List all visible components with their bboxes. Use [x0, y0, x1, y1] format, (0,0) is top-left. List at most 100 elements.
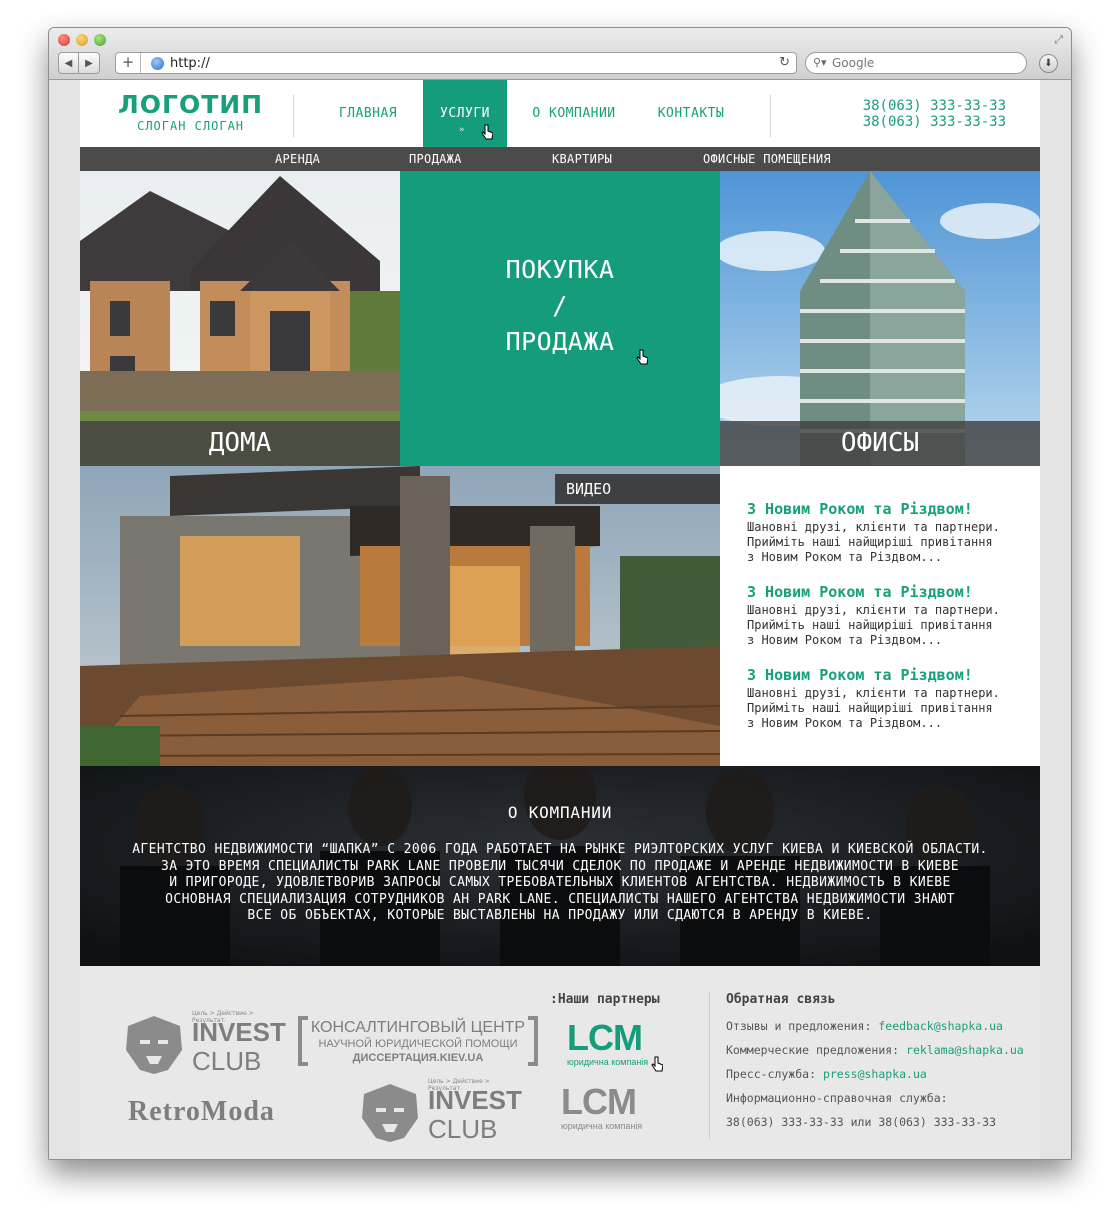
offices-tile[interactable]: ОФИСЫ: [720, 171, 1040, 466]
retromoda-logo[interactable]: RetroModa: [128, 1096, 338, 1130]
invest-club-logo[interactable]: Цель > Действие > Результат. INVEST CLUB: [358, 1078, 522, 1148]
news-line: з Новим Роком та Різдвом...: [747, 716, 943, 730]
browser-toolbar: ⤢ ◀ ▶ + http:// ↻ ⚲▾ Google ⬇: [49, 28, 1071, 80]
news-line: з Новим Роком та Різдвом...: [747, 633, 943, 647]
news-line: Прийміть наші найщиріші привітання: [747, 535, 993, 549]
buy-sell-tile[interactable]: ПОКУПКА / ПРОДАЖА: [400, 171, 720, 466]
lion-icon: [362, 1084, 418, 1142]
nav-services[interactable]: УСЛУГИ »: [423, 80, 507, 147]
news-item[interactable]: З Новим Роком та Різдвом! Шановні друзі,…: [747, 666, 1037, 730]
lcm-word: LCM: [561, 1081, 637, 1122]
minimize-window-button[interactable]: [76, 34, 88, 46]
news-line: з Новим Роком та Різдвом...: [747, 550, 943, 564]
news-line: Прийміть наші найщиріші привітання: [747, 701, 993, 715]
news-item[interactable]: З Новим Роком та Різдвом! Шановні друзі,…: [747, 583, 1037, 647]
news-line: Шановні друзі, клієнти та партнери.: [747, 603, 1000, 617]
contact-label: Коммерческие предложения:: [726, 1043, 900, 1057]
lcm-subtitle: юридична компанія: [561, 1121, 643, 1131]
news-line: Шановні друзі, клієнти та партнери.: [747, 686, 1000, 700]
about-line: ЗА ЭТО ВРЕМЯ СПЕЦИАЛИСТЫ PARK LANE ПРОВЕ…: [161, 858, 959, 874]
nav-home[interactable]: ГЛАВНАЯ: [323, 80, 413, 147]
sell-label: ПРОДАЖА: [505, 327, 615, 356]
close-window-button[interactable]: [58, 34, 70, 46]
zoom-window-button[interactable]: [94, 34, 106, 46]
reload-icon[interactable]: ↻: [779, 55, 790, 70]
offices-label: ОФИСЫ: [720, 421, 1040, 466]
news-line: Прийміть наші найщиріші привітання: [747, 618, 993, 632]
web-page: ЛОГОТИП СЛОГАН СЛОГАН ГЛАВНАЯ УСЛУГИ » О…: [80, 80, 1040, 1159]
partners-title: :Наши партнеры: [550, 992, 660, 1007]
globe-icon: [151, 57, 164, 70]
consult-line1: КОНСАЛТИНГОВЫЙ ЦЕНТР: [310, 1019, 526, 1036]
invest-word: INVEST: [428, 1085, 522, 1115]
divider: [293, 95, 294, 137]
nav-contacts[interactable]: КОНТАКТЫ: [645, 80, 737, 147]
news-title[interactable]: З Новим Роком та Різдвом!: [747, 666, 1037, 685]
search-field[interactable]: ⚲▾ Google: [805, 52, 1027, 74]
feedback-email-link[interactable]: feedback@shapka.ua: [878, 1019, 1003, 1033]
about-line: АГЕНТСТВО НЕДВИЖИМОСТИ “ШАПКА” С 2006 ГО…: [132, 842, 988, 857]
lcm-logo-gray[interactable]: LCM юридична компанія: [561, 1084, 656, 1134]
logo[interactable]: ЛОГОТИП СЛОГАН СЛОГАН: [118, 90, 264, 134]
contact-label: Пресс-служба:: [726, 1067, 817, 1081]
logo-slogan: СЛОГАН СЛОГАН: [137, 119, 245, 133]
lcm-subtitle: юридична компанія: [567, 1057, 649, 1067]
about-text: АГЕНТСТВО НЕДВИЖИМОСТИ “ШАПКА” С 2006 ГО…: [120, 842, 1000, 925]
downloads-icon[interactable]: ⬇: [1039, 54, 1058, 73]
invest-club-logo[interactable]: Цель > Действие > Результат. INVEST CLUB: [122, 1010, 286, 1080]
news-title[interactable]: З Новим Роком та Різдвом!: [747, 500, 1037, 519]
nav-about[interactable]: О КОМПАНИИ: [521, 80, 627, 147]
about-title: О КОМПАНИИ: [507, 803, 613, 822]
press-email-link[interactable]: press@shapka.ua: [823, 1067, 927, 1081]
houses-label: ДОМА: [80, 421, 400, 466]
lcm-word: LCM: [567, 1017, 643, 1058]
phone-number[interactable]: 38(063) 333-33-33: [863, 114, 1006, 130]
club-word: CLUB: [428, 1114, 498, 1144]
submenu-rent[interactable]: АРЕНДА: [275, 147, 320, 171]
contact-row: Пресс-служба: press@shapka.ua: [726, 1067, 927, 1081]
forward-button[interactable]: ▶: [79, 52, 100, 74]
video-tile[interactable]: ВИДЕО: [80, 466, 720, 766]
news-line: Шановні друзі, клієнти та партнери.: [747, 520, 1000, 534]
info-phones[interactable]: 38(063) 333-33-33 или 38(063) 333-33-33: [726, 1115, 996, 1129]
browser-window: ⤢ ◀ ▶ + http:// ↻ ⚲▾ Google ⬇ ЛОГОТИП СЛ…: [48, 27, 1072, 1160]
site-footer: :Наши партнеры Цель > Действие > Результ…: [80, 966, 1040, 1159]
contacts-title: Обратная связь: [726, 992, 836, 1007]
info-label: Информационно-справочная служба:: [726, 1091, 948, 1105]
about-line: ОСНОВНАЯ СПЕЦИАЛИЗАЦИЯ СОТРУДНИКОВ АН PA…: [165, 891, 955, 907]
buy-label: ПОКУПКА: [505, 255, 615, 284]
phone-number[interactable]: 38(063) 333-33-33: [863, 98, 1006, 114]
chevron-down-icon: »: [459, 125, 465, 135]
modern-house-photo: [80, 466, 720, 766]
address-bar[interactable]: + http:// ↻: [115, 52, 797, 74]
search-placeholder: Google: [832, 56, 875, 70]
back-button[interactable]: ◀: [58, 52, 79, 74]
submenu-apartments[interactable]: КВАРТИРЫ: [552, 147, 612, 171]
consulting-center-logo[interactable]: КОНСАЛТИНГОВЫЙ ЦЕНТР НАУЧНОЙ ЮРИДИЧЕСКОЙ…: [298, 1016, 538, 1072]
footer-divider: [709, 992, 710, 1140]
fullscreen-icon[interactable]: ⤢: [1054, 33, 1063, 47]
lion-icon: [126, 1016, 182, 1074]
news-item[interactable]: З Новим Роком та Різдвом! Шановні друзі,…: [747, 500, 1037, 564]
houses-tile[interactable]: ДОМА: [80, 171, 400, 466]
lcm-logo-green[interactable]: LCM юридична компанія: [567, 1017, 663, 1072]
slash-label: /: [552, 291, 568, 320]
about-section: О КОМПАНИИ АГЕНТСТВО НЕДВИЖИМОСТИ “ШАПКА…: [80, 766, 1040, 966]
about-line: ВСЕ ОБ ОБЪЕКТАХ, КОТОРЫЕ ВЫСТАВЛЕНЫ НА П…: [247, 908, 873, 923]
club-word: CLUB: [192, 1046, 262, 1076]
contact-row: Коммерческие предложения: reklama@shapka…: [726, 1043, 1024, 1057]
submenu-sale[interactable]: ПРОДАЖА: [409, 147, 462, 171]
reklama-email-link[interactable]: reklama@shapka.ua: [906, 1043, 1024, 1057]
invest-word: INVEST: [192, 1017, 286, 1047]
hand-cursor-icon: [481, 124, 493, 140]
logo-title: ЛОГОТИП: [118, 90, 264, 119]
contact-label: Отзывы и предложения:: [726, 1019, 872, 1033]
consult-line3: ДИССЕРТАЦИЯ.KIEV.UA: [352, 1052, 484, 1064]
add-tab-icon[interactable]: +: [116, 53, 141, 73]
submenu-offices[interactable]: ОФИСНЫЕ ПОМЕЩЕНИЯ: [703, 147, 831, 171]
about-line: И ПРИГОРОДЕ, УДОВЛЕТВОРИВ ЗАПРОСЫ САМЫХ …: [169, 875, 951, 890]
hand-cursor-icon: [651, 1056, 663, 1072]
news-title[interactable]: З Новим Роком та Різдвом!: [747, 583, 1037, 602]
header-phones: 38(063) 333-33-33 38(063) 333-33-33: [863, 98, 1006, 130]
divider: [770, 95, 771, 137]
